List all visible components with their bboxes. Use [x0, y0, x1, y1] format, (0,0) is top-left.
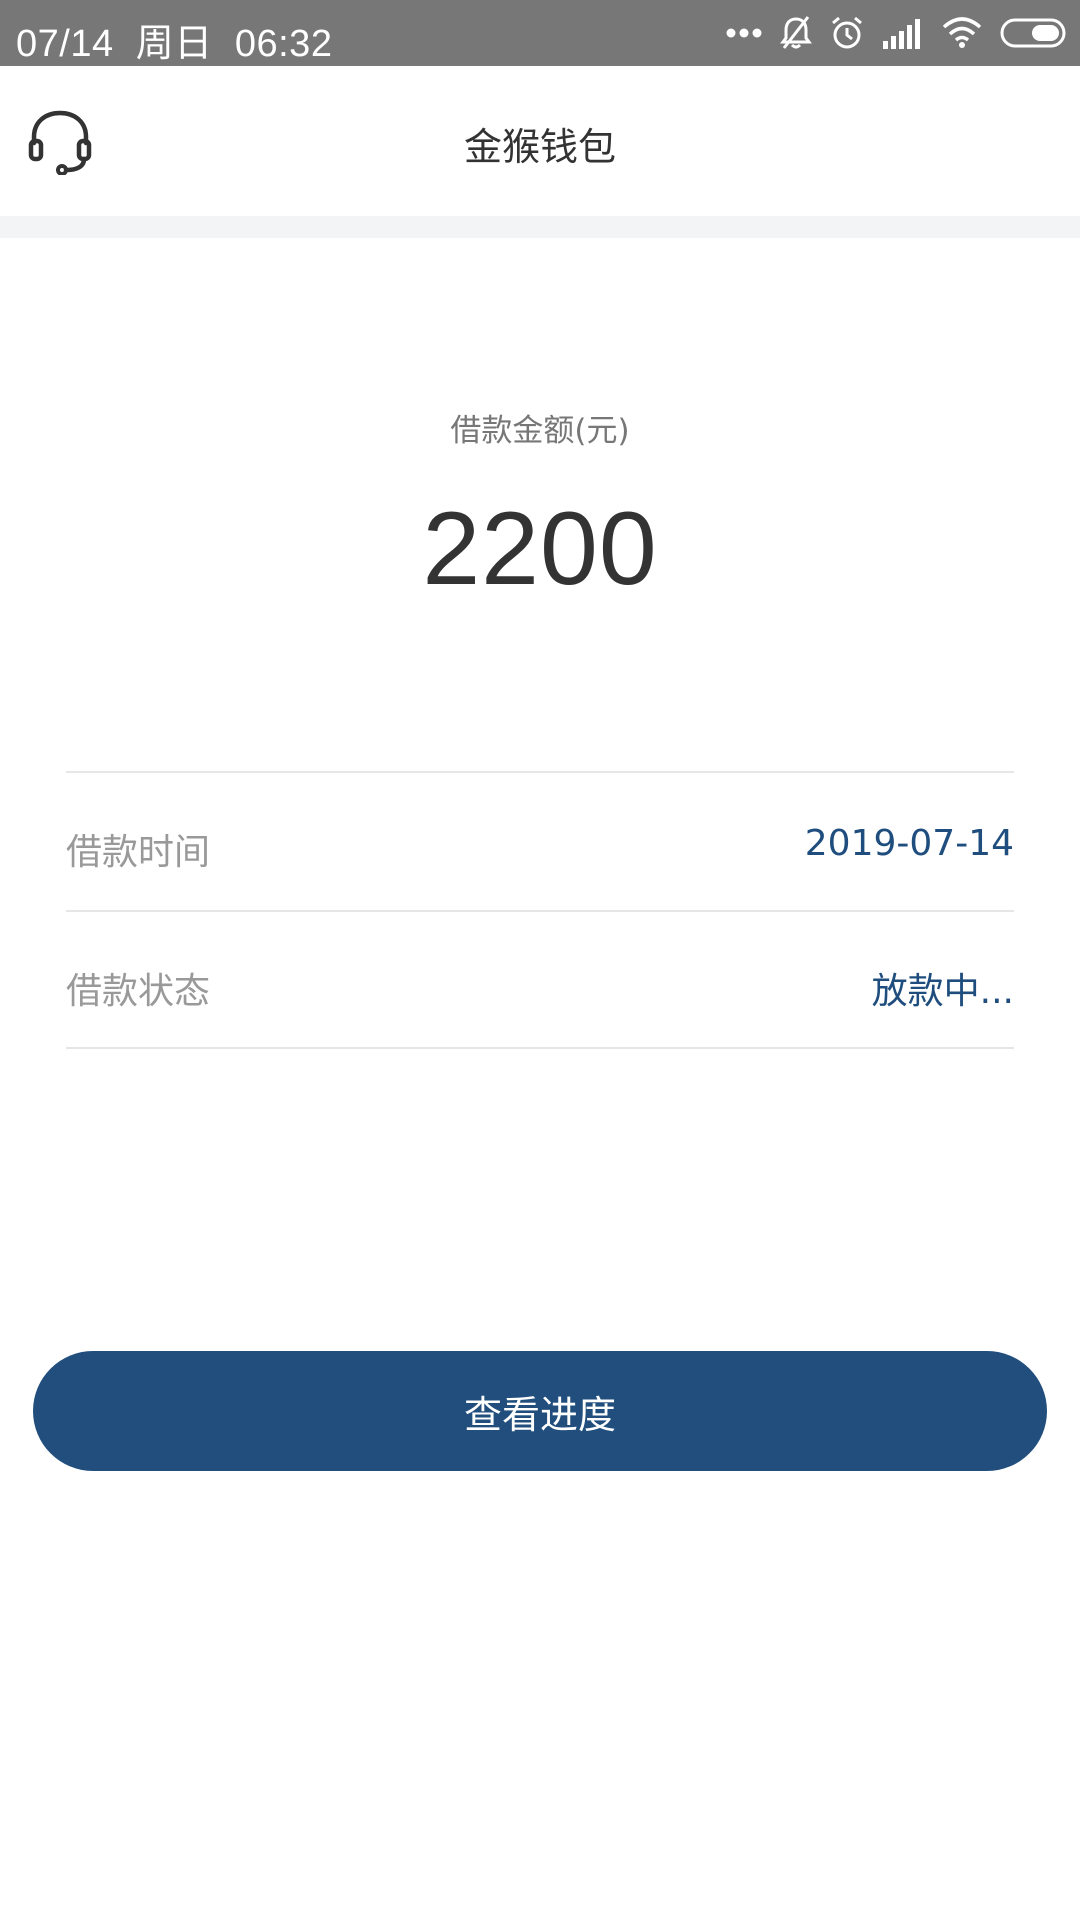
loan-status-label: 借款状态 — [66, 971, 211, 1012]
status-bar: 07/14 周日 06:32 — [0, 0, 1080, 66]
status-date: 07/14 — [16, 23, 114, 65]
battery-icon — [1000, 17, 1068, 49]
status-time: 06:32 — [234, 23, 333, 65]
loan-status-value: 放款中... — [871, 971, 1014, 1012]
alarm-icon — [830, 15, 864, 51]
app-header: 金猴钱包 — [0, 66, 1080, 216]
loan-amount-value: 2200 — [422, 491, 658, 607]
view-progress-button[interactable]: 查看进度 — [33, 1351, 1047, 1471]
loan-details-list: 借款时间 2019-07-14 借款状态 放款中... — [66, 771, 1014, 1049]
header-divider — [0, 216, 1080, 238]
loan-time-row: 借款时间 2019-07-14 — [66, 771, 1014, 910]
loan-status-row: 借款状态 放款中... — [66, 910, 1014, 1049]
more-notifications-icon — [726, 27, 762, 39]
loan-time-value: 2019-07-14 — [804, 823, 1014, 864]
page-title: 金猴钱包 — [463, 125, 616, 169]
loan-amount-label: 借款金额(元) — [450, 413, 630, 449]
status-weekday: 周日 — [135, 23, 213, 65]
signal-icon — [882, 17, 924, 49]
wifi-icon — [942, 17, 982, 49]
status-icons — [726, 10, 1068, 56]
loan-time-label: 借款时间 — [66, 832, 211, 873]
screen: 07/14 周日 06:32 金猴钱包 借款金额(元) 2200 借款时间 20… — [0, 0, 1080, 1920]
bell-muted-icon — [780, 15, 812, 51]
status-datetime: 07/14 周日 06:32 — [16, 12, 332, 67]
